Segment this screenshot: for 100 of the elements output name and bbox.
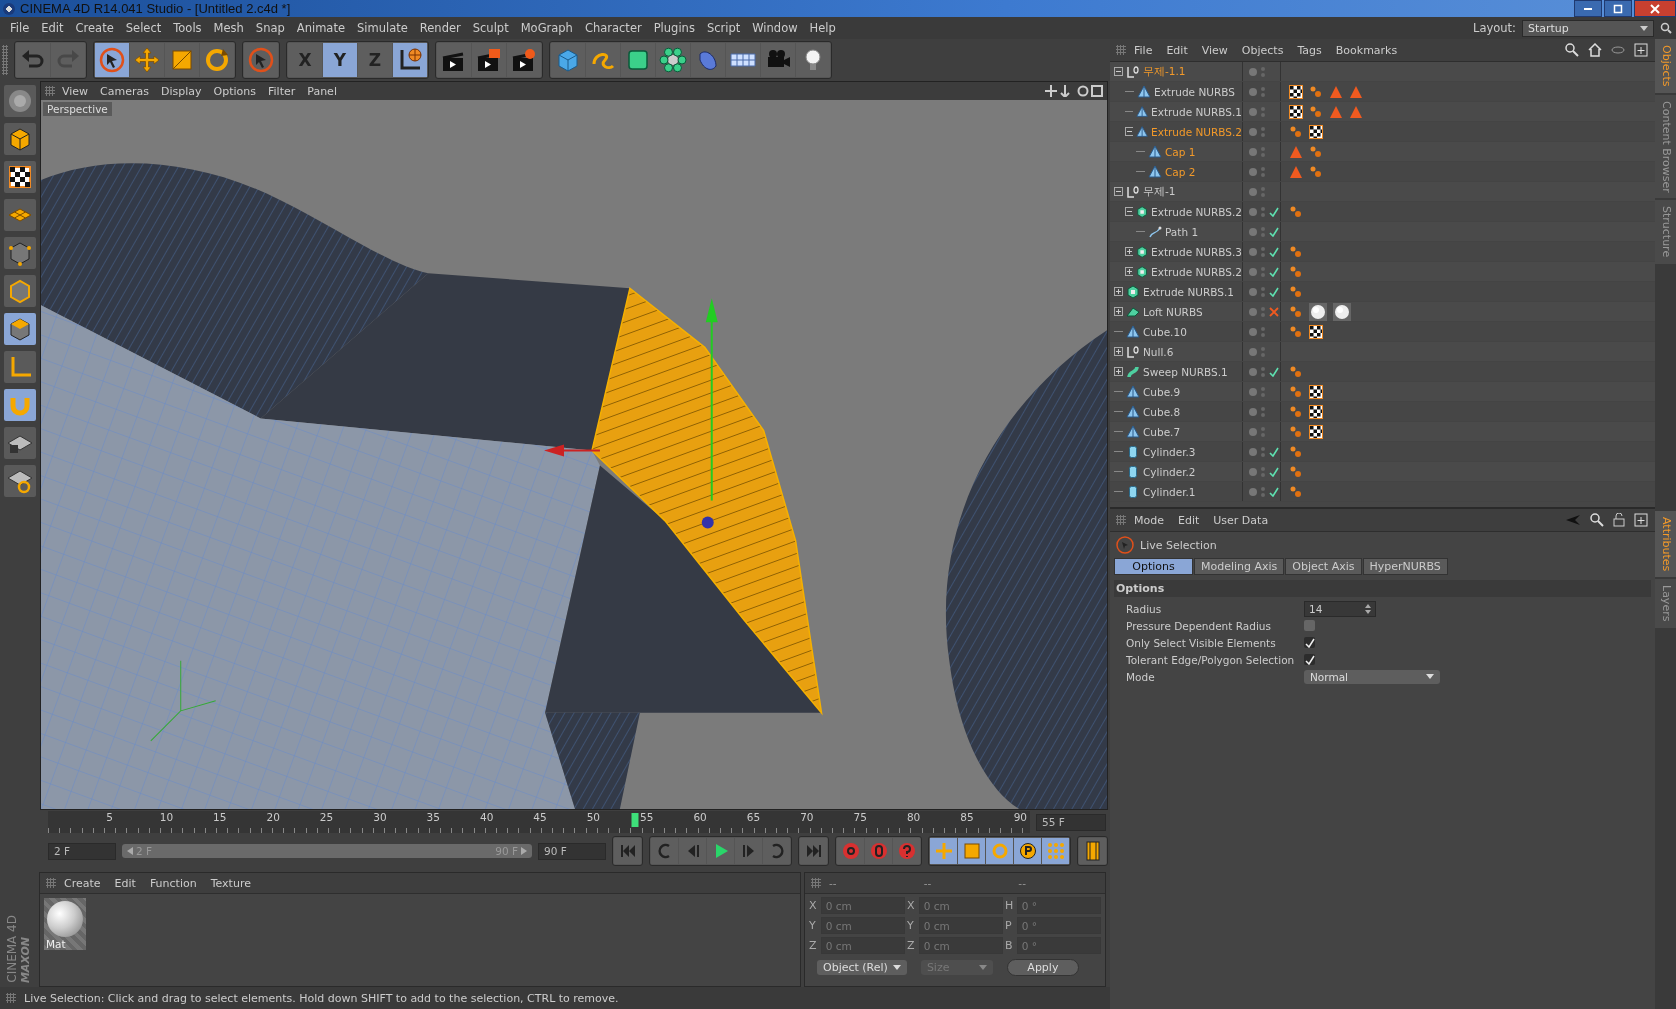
check-icon[interactable] [1269,266,1279,277]
grip-handle[interactable] [1116,515,1126,525]
back-arrow-icon[interactable] [1565,514,1581,526]
dots-tag-icon[interactable] [1289,324,1303,339]
side-tab[interactable]: Content Browser [1655,94,1676,199]
render-dot-icon[interactable] [1249,107,1257,116]
previous-frame-button[interactable] [679,838,706,864]
triangle-tag-icon[interactable] [1289,164,1303,179]
visibility-dots-icon[interactable] [1261,86,1265,97]
checkbox[interactable] [1304,620,1315,631]
dots-tag-icon[interactable] [1289,384,1303,399]
menu-item[interactable]: Tools [167,21,208,35]
object-manager-menu-item[interactable]: Objects [1235,43,1290,57]
close-button[interactable] [1634,0,1676,17]
viewport-menu-item[interactable]: View [57,84,94,98]
viewport-menu-item[interactable]: Options [208,84,261,98]
render-dot-icon[interactable] [1249,87,1257,96]
side-tab[interactable]: Attributes [1655,511,1676,578]
object-manager-menu-item[interactable]: Tags [1291,43,1328,57]
object-name[interactable]: 무제-1 [1143,184,1176,199]
attributes-menu-item[interactable]: Mode [1128,513,1170,527]
check-icon[interactable] [1269,486,1279,497]
render-dot-icon[interactable] [1249,347,1257,356]
material-menu-item[interactable]: Texture [204,876,257,890]
menu-item[interactable]: Animate [290,21,351,35]
play-button[interactable] [707,838,734,864]
dots-tag-icon[interactable] [1289,444,1303,459]
apply-button[interactable]: Apply [1006,959,1079,976]
number-field[interactable]: 14 [1304,600,1376,617]
menu-item[interactable]: File [4,21,36,35]
polygons-mode-button[interactable] [4,313,36,345]
settings-page-tab[interactable]: Options [1114,558,1193,575]
object-name[interactable]: Cube.9 [1143,385,1181,398]
object-name[interactable]: Extrude NURBS [1154,85,1235,98]
visibility-dots-icon[interactable] [1261,446,1265,457]
layout-dropdown[interactable]: Startup [1522,19,1654,37]
search-icon[interactable] [1660,22,1672,34]
menu-item[interactable]: Character [578,21,648,35]
visibility-dots-icon[interactable] [1261,126,1265,137]
viewport-menu-item[interactable]: Filter [263,84,301,98]
menu-item[interactable]: Select [119,21,168,35]
grid-snap-mode-button[interactable] [4,465,36,497]
settings-page-tab[interactable]: HyperNURBS [1362,558,1448,575]
render-settings-tool-button[interactable] [507,43,541,77]
object-name[interactable]: Cap 2 [1165,165,1196,178]
expand-toggle[interactable] [1114,187,1123,196]
checker-tag-icon[interactable] [1309,324,1323,339]
object-manager-menu-item[interactable]: Edit [1160,43,1194,57]
render-dot-icon[interactable] [1249,327,1257,336]
side-tab[interactable]: Objects [1655,39,1676,93]
render-dot-icon[interactable] [1249,367,1257,376]
minimize-button[interactable] [1574,0,1602,17]
checker-tag-icon[interactable] [1289,84,1303,99]
render-dot-icon[interactable] [1249,187,1257,196]
render-dot-icon[interactable] [1249,467,1257,476]
dots-tag-icon[interactable] [1289,364,1303,379]
coordinate-mode-dropdown[interactable]: Object (Rel) [817,960,907,975]
check-icon[interactable] [1269,206,1279,217]
floor-tool-button[interactable] [726,43,760,77]
spline-tool-button[interactable] [586,43,620,77]
grip-handle[interactable] [46,878,56,888]
visibility-dots-icon[interactable] [1261,166,1265,177]
dots-tag-icon[interactable] [1289,264,1303,279]
dots-tag-icon[interactable] [1309,104,1323,119]
undo-tool-button[interactable] [16,43,50,77]
dots-tag-icon[interactable] [1289,404,1303,419]
dots-tag-icon[interactable] [1309,84,1323,99]
expand-toggle[interactable] [1125,267,1133,276]
attributes-menu-item[interactable]: Edit [1172,513,1206,527]
settings-page-tab[interactable]: Modeling Axis [1194,558,1285,575]
side-tab[interactable]: Layers [1655,579,1676,628]
triangle-tag-icon[interactable] [1329,104,1343,119]
start-frame-field[interactable]: 2 F [48,842,116,860]
render-dot-icon[interactable] [1249,67,1257,76]
current-frame-field[interactable]: 55 F [1036,813,1106,831]
mode-dropdown[interactable]: Normal [1304,669,1440,684]
menu-item[interactable]: Render [413,21,467,35]
select-tool-button[interactable] [95,43,129,77]
lock-icon[interactable] [1613,513,1625,527]
viewport-menu-item[interactable]: Panel [302,84,342,98]
object-name[interactable]: Extrude NURBS.2 [1151,125,1242,138]
dots-tag-icon[interactable] [1309,144,1323,159]
render-view-tool-button[interactable] [437,43,471,77]
grip-handle[interactable] [6,993,16,1003]
object-name[interactable]: Cube.8 [1143,405,1181,418]
object-name[interactable]: Sweep NURBS.1 [1143,365,1228,378]
object-name[interactable]: Cube.10 [1143,325,1187,338]
menu-item[interactable]: Mesh [207,21,250,35]
render-dot-icon[interactable] [1249,307,1257,316]
axis-mode-button[interactable] [4,351,36,383]
grid-lock-mode-button[interactable] [4,427,36,459]
material-menu-item[interactable]: Edit [108,876,142,890]
new-panel-icon[interactable] [1634,513,1648,527]
workplane-mode-button[interactable] [4,199,36,231]
end-frame-field[interactable]: 90 F [538,842,606,860]
triangle-tag-icon[interactable] [1349,104,1363,119]
menu-item[interactable]: Help [803,21,842,35]
home-icon[interactable] [1588,43,1602,57]
object-manager-menu-item[interactable]: View [1195,43,1234,57]
menu-item[interactable]: Snap [249,21,291,35]
